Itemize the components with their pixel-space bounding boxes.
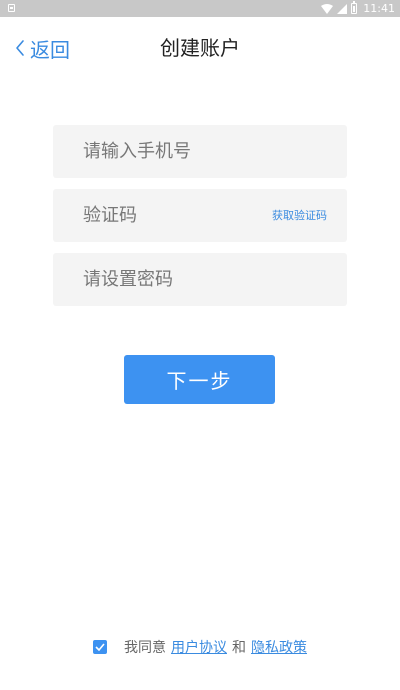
wifi-icon xyxy=(321,3,334,14)
verification-code-field: 获取验证码 xyxy=(53,189,347,242)
status-time: 11:41 xyxy=(363,2,395,15)
status-indicators: 11:41 xyxy=(321,1,395,16)
notification-icon xyxy=(8,4,15,12)
agreement-prefix: 我同意 xyxy=(124,640,166,656)
privacy-policy-link[interactable]: 隐私政策 xyxy=(251,637,307,657)
back-button[interactable]: 返回 xyxy=(14,34,70,62)
status-bar: 11:41 xyxy=(0,0,400,17)
chevron-left-icon xyxy=(16,40,24,56)
password-field xyxy=(53,253,347,306)
checkmark-icon xyxy=(95,643,105,651)
password-input[interactable] xyxy=(83,253,333,306)
next-step-button[interactable]: 下一步 xyxy=(124,355,275,404)
battery-icon xyxy=(351,1,358,14)
verification-code-input[interactable] xyxy=(83,189,253,242)
phone-field xyxy=(53,125,347,178)
agreement-row: 我同意 用户协议 和 隐私政策 xyxy=(0,636,400,658)
agreement-checkbox[interactable] xyxy=(93,640,107,654)
user-agreement-link[interactable]: 用户协议 xyxy=(171,637,227,657)
phone-input[interactable] xyxy=(83,125,333,178)
get-code-button[interactable]: 获取验证码 xyxy=(272,189,327,242)
back-label: 返回 xyxy=(30,37,70,62)
agreement-conjunction: 和 xyxy=(232,640,246,656)
signal-icon xyxy=(337,3,348,14)
